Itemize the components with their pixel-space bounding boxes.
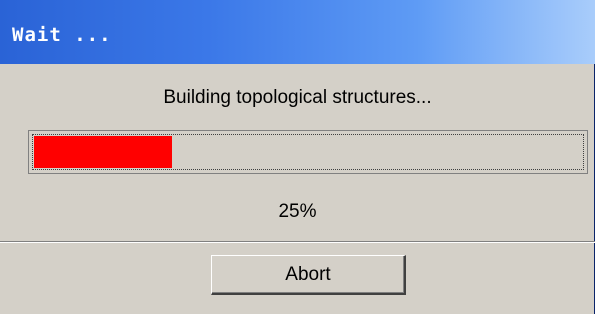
status-message: Building topological structures... bbox=[163, 87, 432, 108]
window-title: Wait ... bbox=[12, 24, 112, 46]
progress-bar bbox=[28, 130, 588, 174]
progress-percent: 25% bbox=[278, 201, 317, 222]
progress-fill bbox=[34, 136, 172, 168]
title-bar[interactable]: Wait ... bbox=[0, 0, 595, 64]
progress-track bbox=[32, 134, 584, 170]
divider bbox=[0, 241, 595, 243]
wait-dialog: Wait ... Building topological structures… bbox=[0, 0, 595, 314]
abort-button[interactable]: Abort bbox=[211, 255, 406, 295]
